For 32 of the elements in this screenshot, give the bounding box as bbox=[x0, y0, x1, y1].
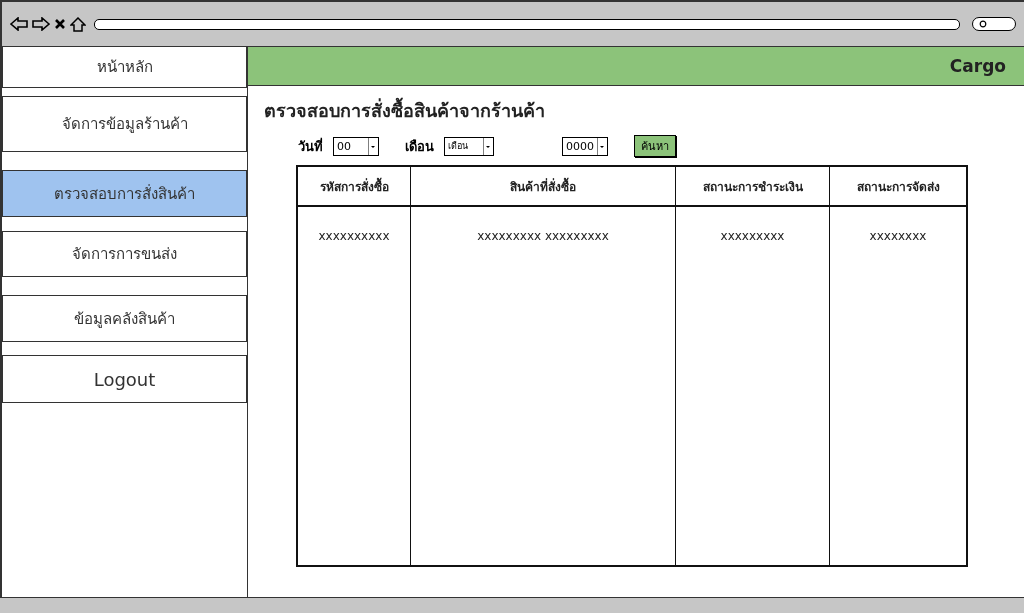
sidebar-item[interactable]: หน้าหลัก bbox=[2, 46, 247, 88]
filter-label: วันที่ bbox=[298, 136, 323, 156]
caret-icon bbox=[597, 137, 607, 155]
address-field[interactable] bbox=[94, 18, 960, 30]
search-icon bbox=[979, 19, 988, 29]
dropdown[interactable]: 00 bbox=[333, 136, 379, 156]
page-title: ตรวจสอบการสั่งซื้อสินค้าจากร้านค้า bbox=[264, 96, 1024, 125]
back-icon[interactable] bbox=[10, 17, 28, 31]
sidebar-item[interactable]: จัดการการขนส่ง bbox=[2, 231, 247, 277]
sidebar-item[interactable]: ข้อมูลคลังสินค้า bbox=[2, 295, 247, 342]
column-header: สถานะการจัดส่ง bbox=[855, 178, 941, 196]
dropdown[interactable]: เดือน bbox=[444, 136, 494, 156]
dropdown[interactable]: 0000 bbox=[562, 136, 608, 156]
close-icon[interactable] bbox=[54, 18, 66, 30]
sidebar-item[interactable]: Logout bbox=[2, 355, 247, 403]
home-icon[interactable] bbox=[70, 16, 86, 32]
table-cell: xxxxxxxxx bbox=[676, 207, 830, 565]
table-cell-text: xxxxxxxx bbox=[868, 228, 928, 245]
caret-icon bbox=[368, 137, 378, 155]
sidebar-item[interactable]: จัดการข้อมูลร้านค้า bbox=[2, 96, 247, 152]
filter-label: เดือน bbox=[405, 137, 434, 156]
sidebar-item[interactable]: ตรวจสอบการสั่งสินค้า bbox=[2, 170, 247, 217]
table-cell: xxxxxxxxx xxxxxxxxx bbox=[411, 207, 676, 565]
column-header: สถานะการชำระเงิน bbox=[676, 167, 830, 205]
search-button[interactable]: ค้นหา bbox=[634, 135, 676, 157]
caret-icon bbox=[483, 137, 493, 155]
column-header: รหัสการสั่งซื้อ bbox=[298, 167, 411, 205]
table-cell: xxxxxxxxxx bbox=[298, 207, 411, 565]
search-field[interactable] bbox=[972, 17, 1016, 31]
forward-icon[interactable] bbox=[32, 17, 50, 31]
brand-name: Cargo bbox=[949, 56, 1006, 76]
column-header: สินค้าที่สั่งซื้อ bbox=[411, 167, 676, 205]
